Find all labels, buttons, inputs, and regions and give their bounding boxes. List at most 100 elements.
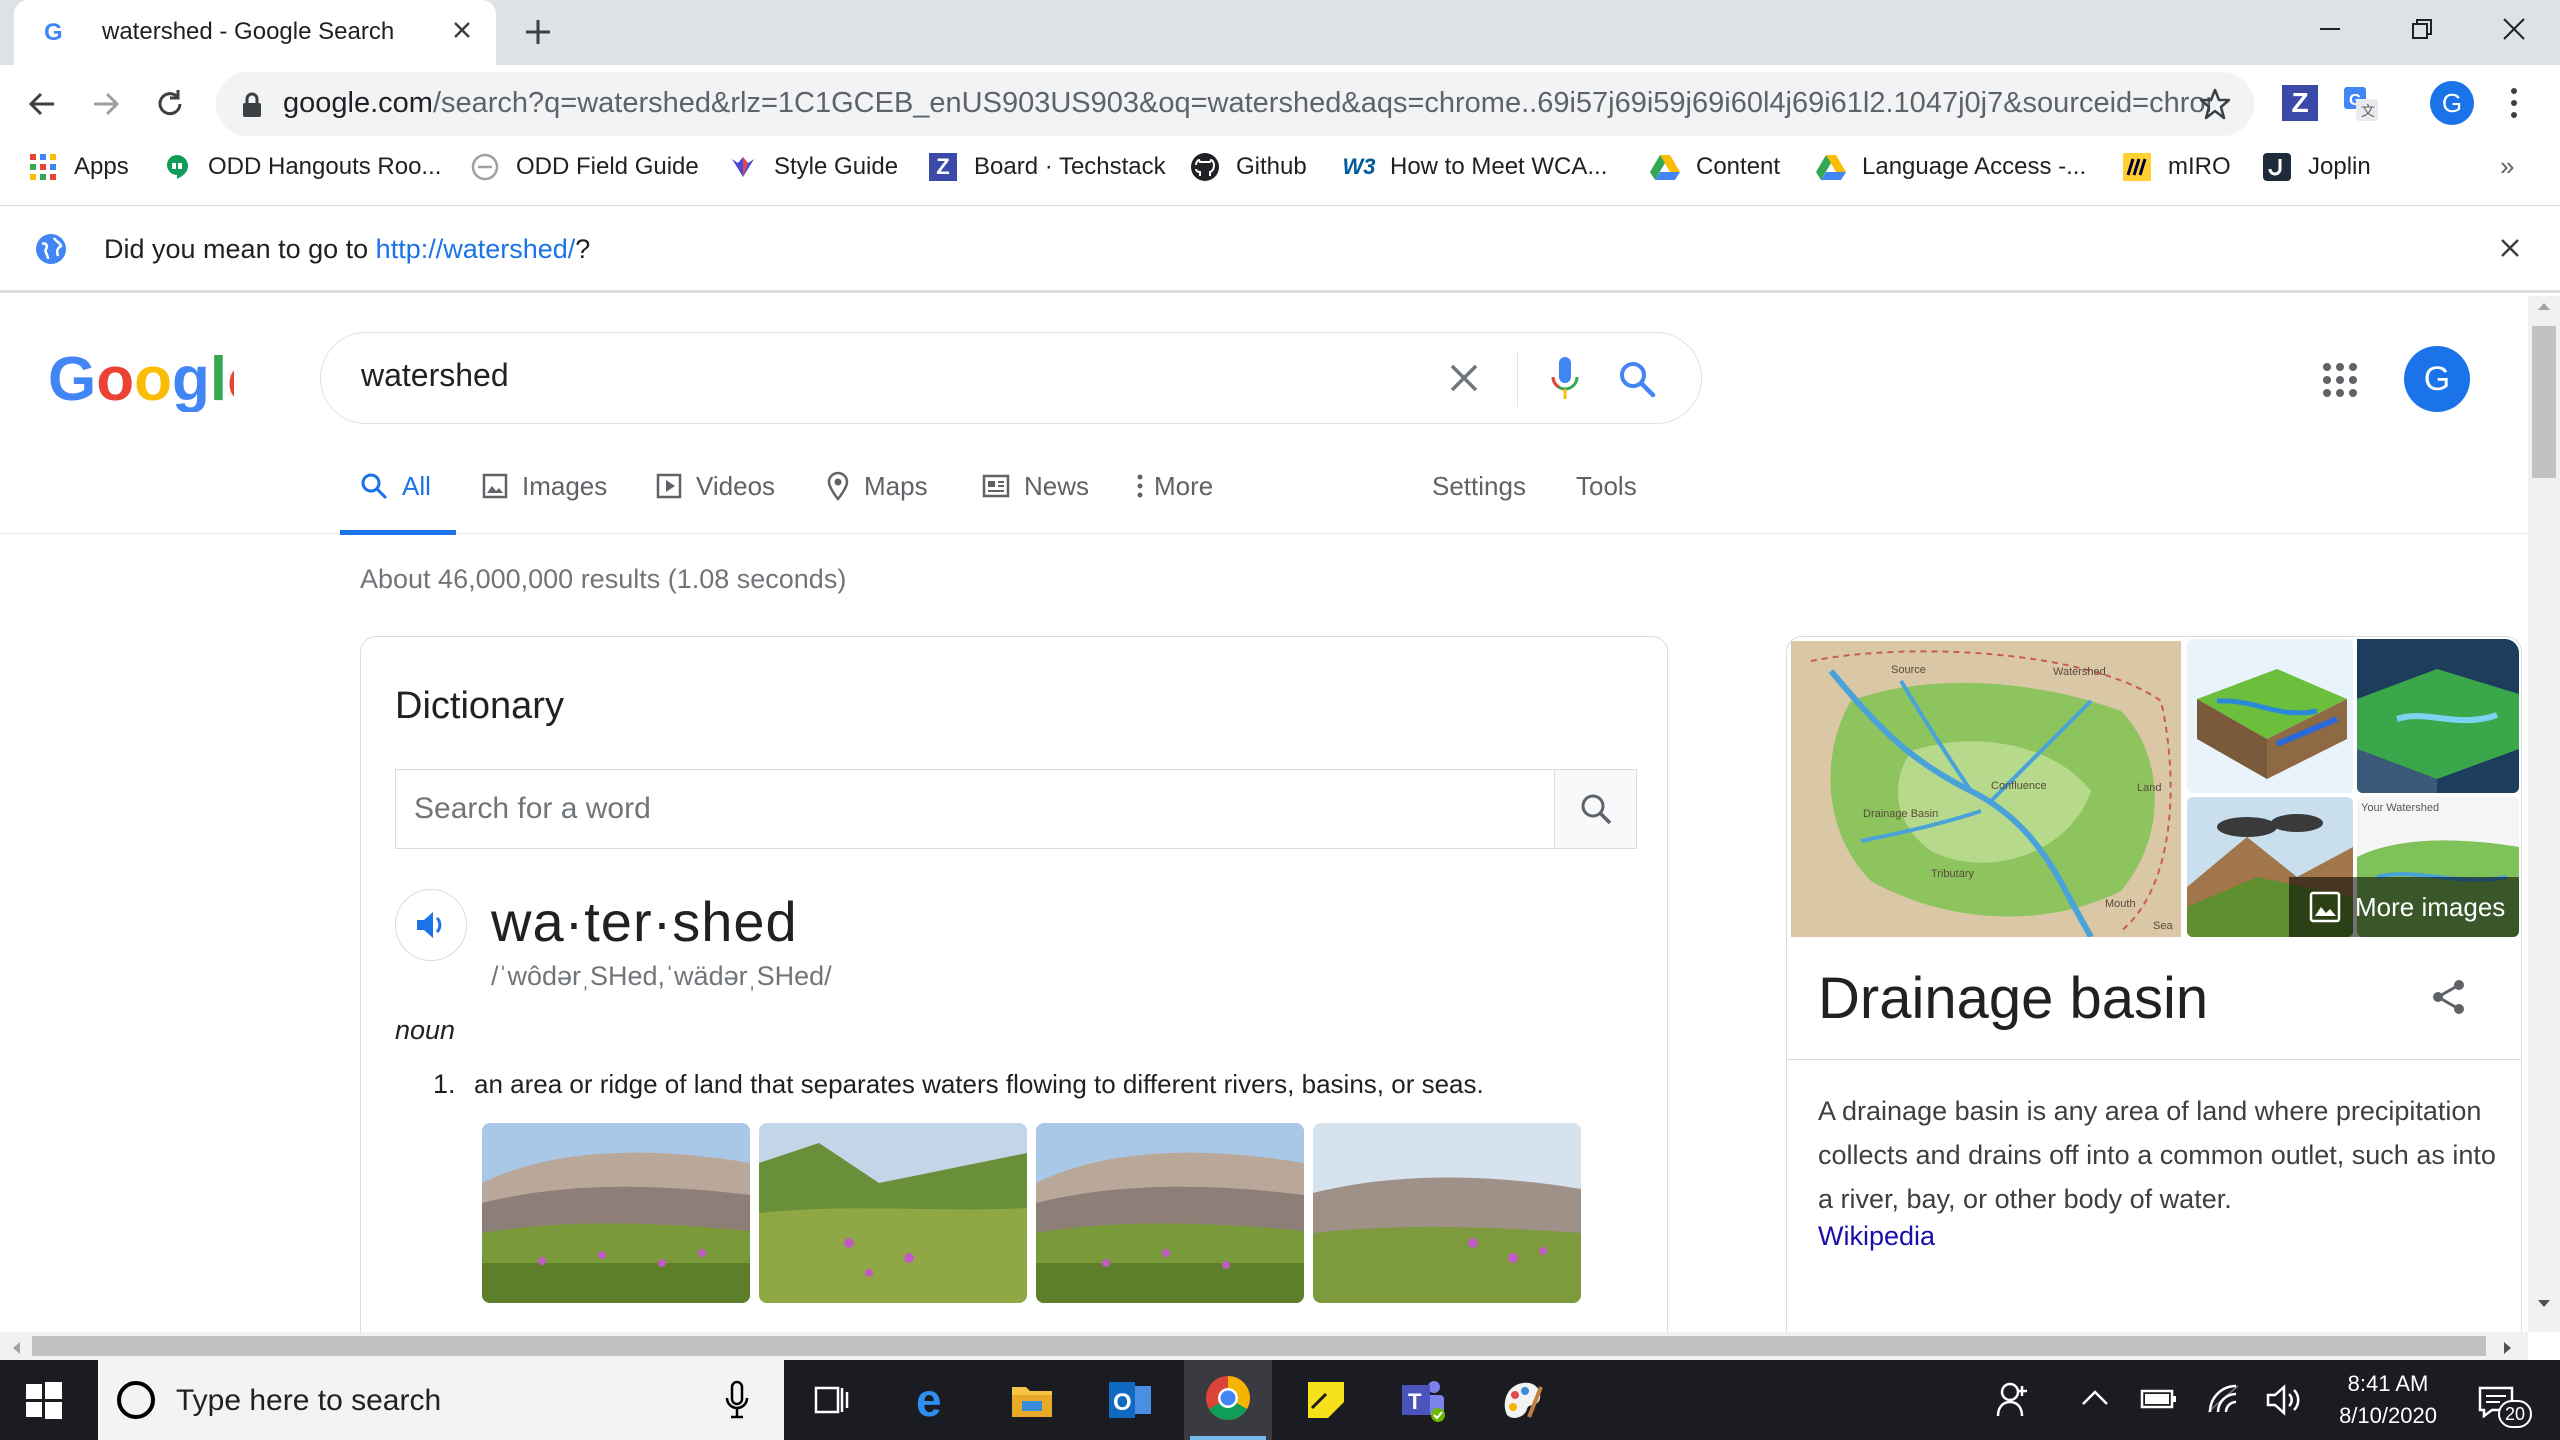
close-infobar-icon[interactable] (2498, 236, 2522, 260)
vertical-scrollbar[interactable] (2528, 296, 2560, 1332)
bookmark-miro[interactable]: mIRO (2122, 143, 2231, 191)
tab-label: Images (522, 470, 608, 501)
bookmark-language-access[interactable]: Language Access -... (1816, 143, 2086, 191)
tab-label: All (402, 470, 431, 501)
settings-link[interactable]: Settings (1432, 456, 1526, 516)
bookmark-odd-field-guide[interactable]: ODD Field Guide (470, 143, 699, 191)
share-icon[interactable] (2429, 977, 2469, 1017)
kp-thumb-image[interactable] (2357, 639, 2519, 793)
scroll-down-icon[interactable] (2536, 1298, 2552, 1310)
close-tab-icon[interactable] (448, 16, 476, 44)
kp-description: A drainage basin is any area of land whe… (1818, 1096, 2496, 1214)
account-avatar[interactable]: G (2404, 346, 2470, 412)
people-icon[interactable] (1996, 1380, 2032, 1420)
bookmark-how-to-meet-wcag[interactable]: W3 How to Meet WCA... (1343, 143, 1608, 191)
bookmark-board-techstack[interactable]: Z Board · Techstack (928, 143, 1166, 191)
tab-all[interactable]: All (360, 456, 431, 516)
scroll-left-icon[interactable] (10, 1340, 22, 1356)
bookmarks-overflow-icon[interactable]: » (2500, 151, 2514, 182)
action-center-button[interactable]: 20 (2472, 1380, 2532, 1428)
google-logo[interactable]: Google (48, 348, 234, 412)
infobar-link[interactable]: http://watershed/ (376, 234, 576, 264)
bookmark-odd-hangouts[interactable]: ODD Hangouts Roo... (162, 143, 441, 191)
battery-icon[interactable] (2140, 1384, 2178, 1414)
map-label: Tributary (1931, 868, 1974, 880)
show-hidden-icons-chevron-icon[interactable] (2080, 1388, 2110, 1408)
translate-extension-icon[interactable]: G文 (2342, 85, 2380, 123)
dictionary-search-button[interactable] (1554, 770, 1636, 848)
taskbar-search-placeholder: Type here to search (176, 1384, 442, 1417)
tab-news[interactable]: News (982, 456, 1089, 516)
dictionary-search-input[interactable]: Search for a word (395, 769, 1637, 849)
browser-tab[interactable]: G watershed - Google Search (14, 0, 496, 65)
kp-thumb-image[interactable] (2187, 639, 2353, 793)
definition-image[interactable] (1313, 1123, 1581, 1303)
address-bar[interactable]: google.com/search?q=watershed&rlz=1C1GCE… (216, 72, 2254, 136)
lock-icon[interactable] (241, 92, 263, 118)
scroll-up-icon[interactable] (2536, 300, 2552, 312)
clear-search-icon[interactable] (1447, 361, 1481, 395)
definition-image[interactable] (1036, 1123, 1304, 1303)
definition-image[interactable] (482, 1123, 750, 1303)
bookmark-github[interactable]: Github (1190, 143, 1307, 191)
sticky-notes-icon[interactable] (1296, 1370, 1356, 1430)
wikipedia-link[interactable]: Wikipedia (1818, 1221, 1935, 1252)
tab-maps[interactable]: Maps (826, 456, 928, 516)
reload-icon[interactable] (152, 86, 188, 122)
file-explorer-icon[interactable] (1002, 1370, 1062, 1430)
teams-icon[interactable]: T (1394, 1370, 1454, 1430)
search-input[interactable]: watershed (320, 332, 1702, 424)
windows-start-icon[interactable] (24, 1380, 64, 1420)
more-images-button[interactable]: More images (2289, 877, 2519, 937)
tools-link[interactable]: Tools (1576, 456, 1637, 516)
wifi-icon[interactable] (2206, 1382, 2242, 1416)
results-stats: About 46,000,000 results (1.08 seconds) (360, 564, 847, 594)
search-query-text[interactable]: watershed (361, 357, 509, 394)
scroll-right-icon[interactable] (2502, 1340, 2514, 1356)
forward-icon[interactable] (88, 86, 124, 122)
tab-images[interactable]: Images (482, 456, 607, 516)
bookmark-joplin[interactable]: Joplin (2262, 143, 2371, 191)
zenhub-extension-icon[interactable]: Z (2282, 85, 2318, 121)
close-window-icon[interactable] (2468, 0, 2560, 58)
bookmark-style-guide[interactable]: Style Guide (728, 143, 898, 191)
minimize-icon[interactable] (2284, 0, 2376, 58)
outlook-icon[interactable]: O (1100, 1370, 1160, 1430)
map-label: Mouth (2105, 898, 2136, 910)
url-text: google.com/search?q=watershed&rlz=1C1GCE… (283, 87, 2213, 120)
paint-icon[interactable] (1492, 1370, 1552, 1430)
definition-image[interactable] (759, 1123, 1027, 1303)
map-pin-icon (826, 471, 850, 501)
tab-more[interactable]: More (1136, 456, 1213, 516)
microphone-icon[interactable] (1549, 355, 1581, 403)
dictionary-search-placeholder: Search for a word (414, 792, 651, 825)
search-icon[interactable] (1617, 359, 1657, 399)
profile-avatar[interactable]: G (2430, 81, 2474, 125)
taskbar-search-box[interactable]: Type here to search (98, 1360, 784, 1440)
active-tab-indicator (340, 530, 456, 535)
task-view-icon[interactable] (802, 1370, 862, 1430)
horizontal-scroll-thumb[interactable] (32, 1336, 2486, 1356)
bookmark-apps[interactable]: Apps (28, 143, 129, 191)
volume-icon[interactable] (2266, 1384, 2304, 1416)
horizontal-scrollbar[interactable] (0, 1332, 2528, 1360)
vertical-scroll-thumb[interactable] (2532, 326, 2556, 478)
restore-icon[interactable] (2376, 0, 2468, 58)
tab-videos[interactable]: Videos (656, 456, 775, 516)
infobar-message: Did you mean to go to http://watershed/? (104, 234, 590, 265)
search-results-page: Google watershed G All Images V (0, 296, 2528, 1332)
bookmark-content[interactable]: Content (1650, 143, 1780, 191)
chrome-taskbar-button[interactable] (1184, 1360, 1272, 1440)
kp-main-image[interactable]: Source Watershed Confluence Land Drainag… (1791, 641, 2181, 937)
pronunciation-button[interactable] (395, 889, 467, 961)
bookmark-label: Joplin (2308, 153, 2371, 180)
tab-label: More (1154, 470, 1214, 501)
edge-icon[interactable]: e (904, 1370, 964, 1430)
new-tab-icon[interactable] (522, 16, 554, 48)
bookmark-star-icon[interactable] (2198, 87, 2232, 121)
taskbar-clock[interactable]: 8:41 AM 8/10/2020 (2318, 1368, 2458, 1432)
kebab-menu-icon[interactable] (2508, 85, 2520, 121)
google-apps-icon[interactable] (2322, 362, 2358, 398)
microphone-icon[interactable] (724, 1380, 750, 1420)
back-icon[interactable] (24, 86, 60, 122)
